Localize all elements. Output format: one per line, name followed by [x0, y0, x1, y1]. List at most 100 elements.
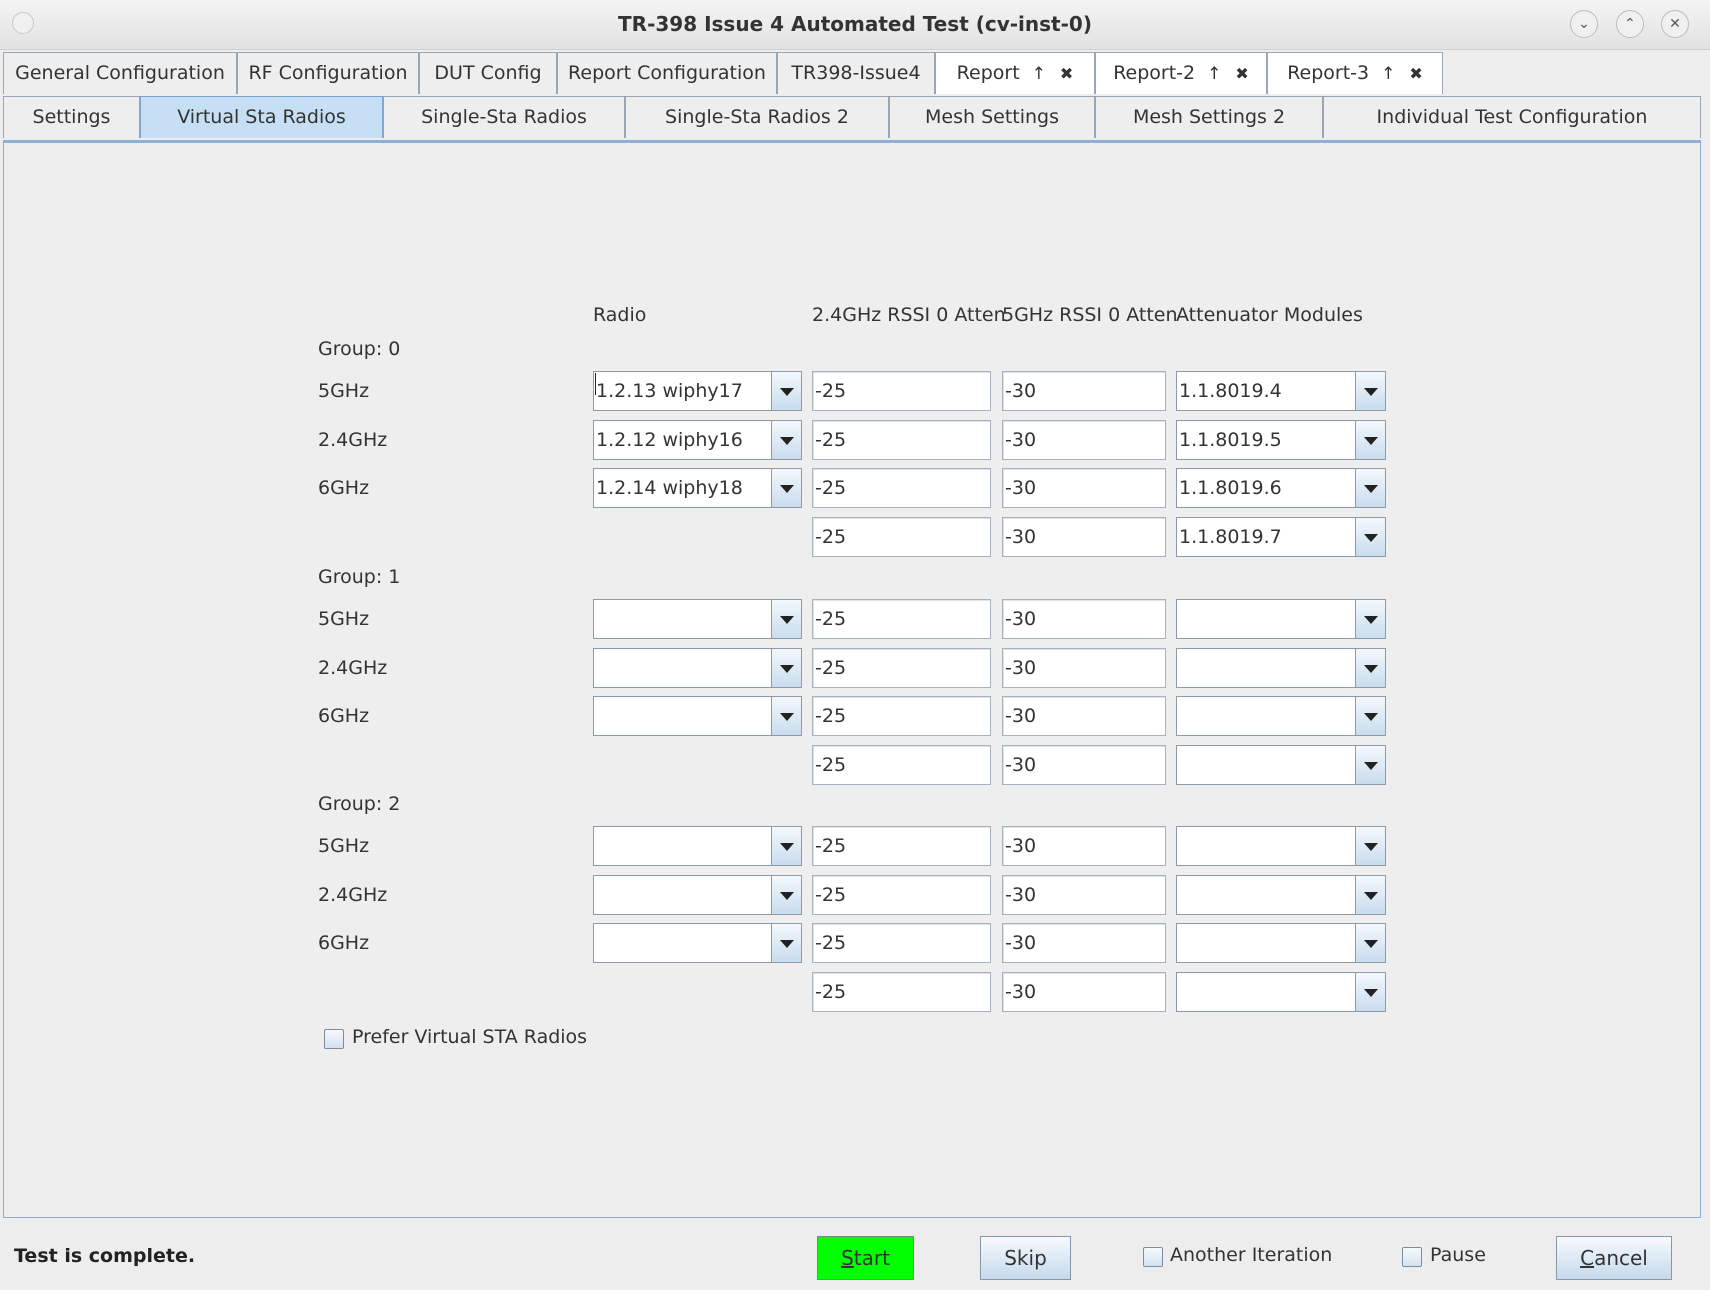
rssi-5ghz-input[interactable]: -30 [1002, 826, 1166, 866]
tab-report[interactable]: Report ↑ ✖ [935, 52, 1095, 94]
attenuator-module-select[interactable] [1176, 826, 1386, 866]
radio-select[interactable] [593, 696, 802, 736]
rssi-24ghz-input[interactable]: -25 [812, 517, 991, 557]
rssi-5ghz-input[interactable]: -30 [1002, 972, 1166, 1012]
chevron-down-icon[interactable] [771, 649, 801, 687]
band-label: 2.4GHz [318, 429, 388, 451]
rssi-5ghz-input[interactable]: -30 [1002, 745, 1166, 785]
chevron-down-icon[interactable] [771, 827, 801, 865]
tab-mesh-settings[interactable]: Mesh Settings [889, 96, 1095, 138]
rssi-5ghz-input[interactable]: -30 [1002, 371, 1166, 411]
chevron-down-icon[interactable] [771, 600, 801, 638]
chevron-down-icon[interactable] [771, 372, 801, 410]
tab-dut-config[interactable]: DUT Config [419, 52, 557, 94]
attenuator-module-select[interactable] [1176, 972, 1386, 1012]
close-tab-icon[interactable]: ✖ [1060, 64, 1073, 83]
rssi-24ghz-input[interactable]: -25 [812, 923, 991, 963]
radio-select[interactable]: 1.2.14 wiphy18 [593, 468, 802, 508]
rssi-5ghz-input[interactable]: -30 [1002, 517, 1166, 557]
rssi-24ghz-input[interactable]: -25 [812, 468, 991, 508]
chevron-down-icon[interactable] [771, 697, 801, 735]
chevron-down-icon[interactable] [771, 421, 801, 459]
close-tab-icon[interactable]: ✖ [1409, 64, 1422, 83]
radio-select[interactable] [593, 875, 802, 915]
tab-single-sta-radios-2[interactable]: Single-Sta Radios 2 [625, 96, 889, 138]
rssi-5ghz-input[interactable]: -30 [1002, 599, 1166, 639]
tab-report-3[interactable]: Report-3 ↑ ✖ [1267, 52, 1443, 94]
tab-report-2[interactable]: Report-2 ↑ ✖ [1095, 52, 1267, 94]
rssi-24ghz-input[interactable]: -25 [812, 972, 991, 1012]
rssi-5ghz-input[interactable]: -30 [1002, 420, 1166, 460]
radio-select-value: 1.2.13 wiphy17 [596, 380, 743, 402]
rssi-5ghz-input[interactable]: -30 [1002, 875, 1166, 915]
maximize-button[interactable]: ⌃ [1616, 10, 1644, 38]
chevron-down-icon[interactable] [1355, 372, 1385, 410]
cancel-button[interactable]: Cancel [1556, 1236, 1672, 1280]
tab-tr398-issue4[interactable]: TR398-Issue4 [777, 52, 935, 94]
attenuator-module-select[interactable] [1176, 599, 1386, 639]
chevron-down-icon[interactable] [1355, 697, 1385, 735]
chevron-down-icon[interactable] [1355, 973, 1385, 1011]
rssi-5ghz-input[interactable]: -30 [1002, 468, 1166, 508]
another-iteration-checkbox[interactable] [1143, 1247, 1163, 1267]
chevron-down-icon[interactable] [1355, 518, 1385, 556]
radio-select-value: 1.2.14 wiphy18 [596, 477, 743, 499]
rssi-5ghz-input[interactable]: -30 [1002, 923, 1166, 963]
rssi-24ghz-input[interactable]: -25 [812, 745, 991, 785]
chevron-down-icon[interactable] [1355, 600, 1385, 638]
attenuator-module-value: 1.1.8019.4 [1179, 380, 1282, 402]
radio-select[interactable] [593, 599, 802, 639]
undock-arrow-icon[interactable]: ↑ [1381, 64, 1395, 84]
radio-select[interactable] [593, 826, 802, 866]
close-window-button[interactable]: ✕ [1661, 10, 1689, 38]
chevron-down-icon[interactable] [1355, 827, 1385, 865]
radio-select[interactable] [593, 648, 802, 688]
rssi-24ghz-input[interactable]: -25 [812, 875, 991, 915]
undock-arrow-icon[interactable]: ↑ [1207, 64, 1221, 84]
tab-rf-configuration[interactable]: RF Configuration [237, 52, 419, 94]
attenuator-module-select[interactable] [1176, 745, 1386, 785]
radio-select[interactable]: 1.2.13 wiphy17 [593, 371, 802, 411]
attenuator-module-select[interactable]: 1.1.8019.4 [1176, 371, 1386, 411]
rssi-24ghz-input[interactable]: -25 [812, 371, 991, 411]
tab-single-sta-radios[interactable]: Single-Sta Radios [383, 96, 625, 138]
tab-individual-test-configuration[interactable]: Individual Test Configuration [1323, 96, 1701, 138]
tab-settings[interactable]: Settings [3, 96, 140, 138]
attenuator-module-select[interactable] [1176, 648, 1386, 688]
rssi-5ghz-input[interactable]: -30 [1002, 696, 1166, 736]
tab-mesh-settings-2[interactable]: Mesh Settings 2 [1095, 96, 1323, 138]
rssi-24ghz-input[interactable]: -25 [812, 696, 991, 736]
chevron-down-icon[interactable] [1355, 469, 1385, 507]
chevron-down-icon[interactable] [1355, 924, 1385, 962]
chevron-down-icon[interactable] [1355, 746, 1385, 784]
start-button[interactable]: Start [817, 1236, 914, 1280]
chevron-down-icon[interactable] [1355, 421, 1385, 459]
tab-report-configuration[interactable]: Report Configuration [557, 52, 777, 94]
attenuator-module-select[interactable] [1176, 875, 1386, 915]
attenuator-module-select[interactable] [1176, 923, 1386, 963]
attenuator-module-select[interactable]: 1.1.8019.6 [1176, 468, 1386, 508]
chevron-down-icon[interactable] [1355, 649, 1385, 687]
attenuator-module-select[interactable] [1176, 696, 1386, 736]
rssi-24ghz-input[interactable]: -25 [812, 826, 991, 866]
rssi-24ghz-input[interactable]: -25 [812, 599, 991, 639]
chevron-down-icon[interactable] [771, 876, 801, 914]
radio-select[interactable] [593, 923, 802, 963]
rssi-24ghz-input[interactable]: -25 [812, 648, 991, 688]
pause-checkbox[interactable] [1402, 1247, 1422, 1267]
chevron-down-icon[interactable] [771, 469, 801, 507]
attenuator-module-select[interactable]: 1.1.8019.7 [1176, 517, 1386, 557]
rssi-24ghz-input[interactable]: -25 [812, 420, 991, 460]
prefer-virtual-sta-radios-checkbox[interactable] [324, 1029, 344, 1049]
undock-arrow-icon[interactable]: ↑ [1032, 64, 1046, 84]
rssi-5ghz-input[interactable]: -30 [1002, 648, 1166, 688]
attenuator-module-select[interactable]: 1.1.8019.5 [1176, 420, 1386, 460]
radio-select[interactable]: 1.2.12 wiphy16 [593, 420, 802, 460]
skip-button[interactable]: Skip [980, 1236, 1071, 1280]
tab-virtual-sta-radios[interactable]: Virtual Sta Radios [140, 96, 383, 138]
chevron-down-icon[interactable] [1355, 876, 1385, 914]
chevron-down-icon[interactable] [771, 924, 801, 962]
close-tab-icon[interactable]: ✖ [1235, 64, 1248, 83]
tab-general-configuration[interactable]: General Configuration [3, 52, 237, 94]
minimize-button[interactable]: ⌄ [1570, 10, 1598, 38]
